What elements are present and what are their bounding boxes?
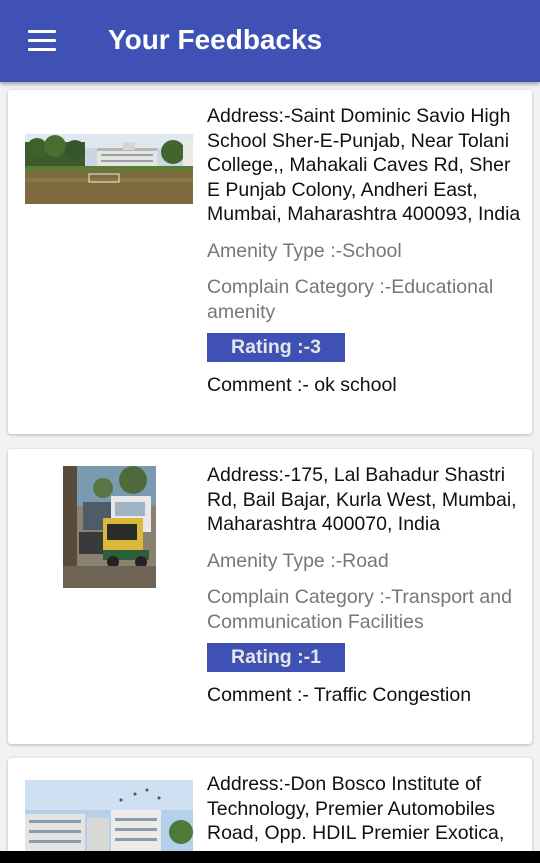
amenity-type-text: Amenity Type :-Road: [207, 549, 389, 572]
address-text: Address:-Don Bosco Institute of Technolo…: [207, 773, 505, 844]
system-nav-bar: [0, 851, 540, 863]
comment-text: Comment :- Traffic Congestion: [207, 684, 472, 706]
rating-badge: Rating :-3: [207, 333, 345, 362]
address-text: Address:-Saint Dominic Savio High School…: [207, 105, 521, 225]
feedback-details: Address:-Don Bosco Institute of Technolo…: [207, 772, 525, 846]
feedback-card[interactable]: Address:-Don Bosco Institute of Technolo…: [8, 758, 532, 863]
complain-category-text: Complain Category :-Transport and Commun…: [207, 586, 512, 633]
institute-photo-thumbnail: [25, 780, 193, 860]
hamburger-menu-icon[interactable]: [22, 26, 62, 56]
comment-text: Comment :- ok school: [207, 374, 397, 396]
complain-category-text: Complain Category :-Educational amenity: [207, 276, 494, 323]
amenity-type-text: Amenity Type :-School: [207, 239, 402, 262]
app-bar: Your Feedbacks: [0, 0, 540, 82]
road-photo-thumbnail: [63, 466, 156, 588]
page-title: Your Feedbacks: [108, 24, 323, 55]
school-photo-thumbnail: [25, 134, 193, 204]
feedback-details: Address:-Saint Dominic Savio High School…: [207, 104, 525, 398]
feedback-details: Address:-175, Lal Bahadur Shastri Rd, Ba…: [207, 463, 525, 708]
address-text: Address:-175, Lal Bahadur Shastri Rd, Ba…: [207, 464, 517, 535]
rating-badge: Rating :-1: [207, 643, 345, 672]
feedback-card[interactable]: Address:-Saint Dominic Savio High School…: [8, 90, 532, 434]
feedback-card[interactable]: Address:-175, Lal Bahadur Shastri Rd, Ba…: [8, 449, 532, 744]
